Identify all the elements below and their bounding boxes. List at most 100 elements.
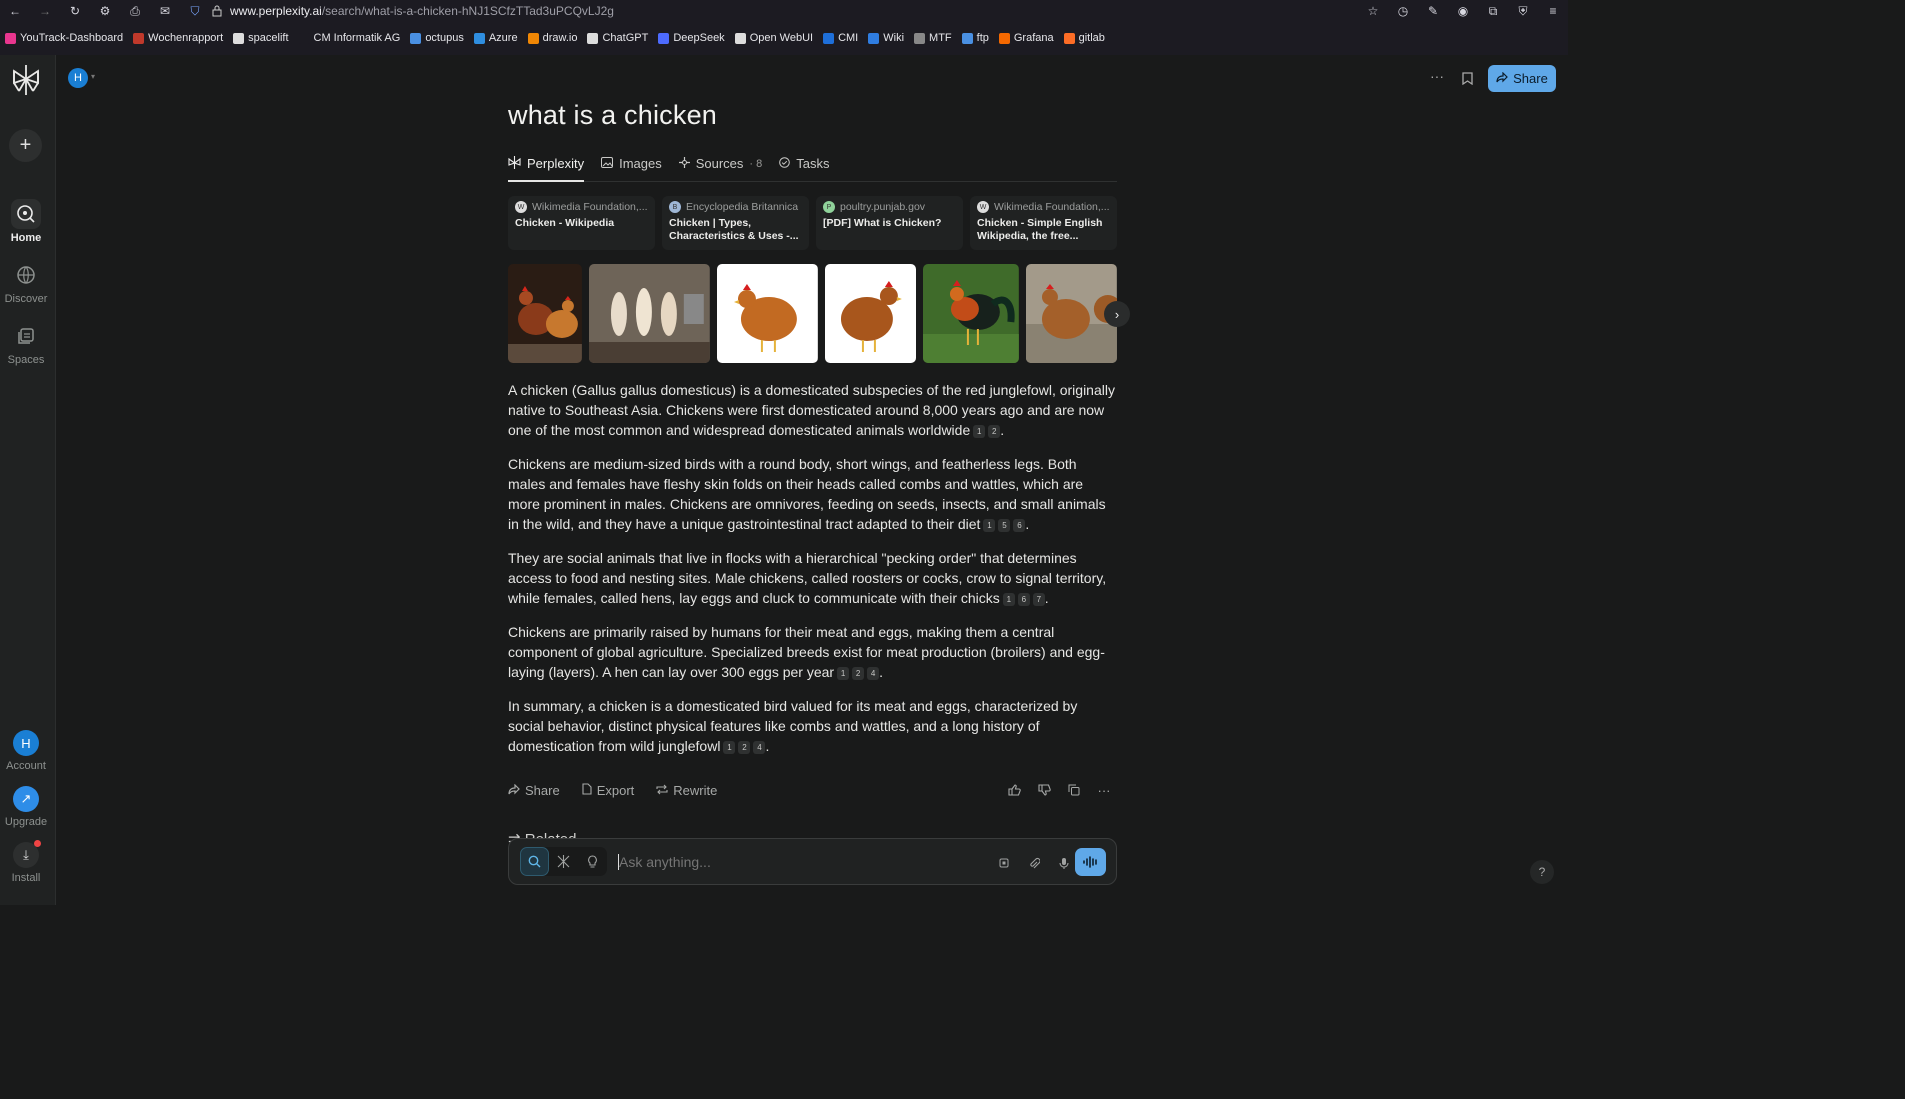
settings-icon[interactable]: ⚙ — [90, 0, 120, 22]
tab-images[interactable]: Images — [601, 146, 662, 181]
tab-label: Sources — [695, 156, 744, 171]
bookmark-item[interactable]: Azure — [473, 32, 518, 44]
answer-text: Chickens are primarily raised by humans … — [508, 624, 1105, 680]
bookmark-item[interactable]: MTF — [914, 32, 952, 44]
sidebar-item-label: Home — [10, 232, 42, 244]
bookmark-item[interactable]: Wiki — [868, 32, 904, 44]
ask-input[interactable] — [619, 854, 919, 870]
document-icon — [582, 782, 592, 798]
address-bar[interactable]: www.perplexity.ai/search/what-is-a-chick… — [230, 4, 614, 18]
source-card[interactable]: Ppoultry.punjab.gov [PDF] What is Chicke… — [816, 196, 963, 250]
export-button[interactable]: Export — [582, 782, 634, 798]
profile-icon[interactable]: ◉ — [1448, 0, 1478, 22]
citation-badge[interactable]: 1 — [973, 425, 986, 438]
tab-perplexity[interactable]: Perplexity — [508, 146, 585, 182]
citation-badge[interactable]: 1 — [1002, 593, 1015, 606]
sidebar-item-home[interactable]: Home — [0, 199, 52, 244]
chicken-image[interactable] — [716, 264, 818, 363]
sidebar-item-upgrade[interactable]: ↗ Upgrade — [0, 786, 52, 828]
paperclip-icon[interactable] — [1024, 853, 1044, 873]
bookmark-icon[interactable] — [1457, 68, 1477, 88]
ask-box — [508, 838, 1117, 885]
citation-badge[interactable]: 4 — [867, 667, 880, 680]
shield-icon[interactable]: ⛉ — [180, 0, 210, 22]
bookmark-item[interactable]: Grafana — [998, 32, 1054, 44]
tools-icon[interactable]: ✎ — [1418, 0, 1448, 22]
share-answer-button[interactable]: Share — [508, 783, 560, 798]
citation-badge[interactable]: 6 — [1013, 519, 1026, 532]
thumbs-down-icon[interactable] — [1034, 780, 1054, 800]
citation-badge[interactable]: 1 — [983, 519, 996, 532]
bookmark-item[interactable]: DeepSeek — [658, 32, 725, 44]
ublock-icon[interactable]: ⛨ — [1508, 0, 1538, 22]
citation-badge[interactable]: 1 — [723, 741, 736, 754]
forward-icon[interactable]: → — [30, 0, 60, 22]
source-card[interactable]: W Wikimedia Foundation,... Chicken - Wiki… — [508, 196, 655, 250]
lightbulb-icon[interactable] — [578, 847, 607, 876]
copy-icon[interactable] — [1064, 780, 1084, 800]
bookmark-item[interactable]: octupus — [410, 32, 464, 44]
bookmark-item[interactable]: YouTrack-Dashboard — [5, 32, 123, 44]
chicken-image[interactable] — [824, 264, 917, 363]
citation-badge[interactable]: 2 — [738, 741, 751, 754]
new-thread-button[interactable]: + — [9, 129, 42, 162]
bookmark-item[interactable]: ftp — [961, 32, 989, 44]
star-icon[interactable]: ☆ — [1358, 0, 1388, 22]
citation-badge[interactable]: 1 — [837, 667, 850, 680]
citation-badge[interactable]: 6 — [1017, 593, 1030, 606]
tab-tasks[interactable]: Tasks — [779, 146, 830, 181]
bookmark-item[interactable]: gitlab — [1063, 32, 1105, 44]
reload-icon[interactable]: ↻ — [60, 0, 90, 22]
perplexity-logo-icon[interactable] — [10, 63, 42, 97]
source-card[interactable]: W Wikimedia Foundation,... Chicken - Simp… — [970, 196, 1117, 250]
sidebar-item-discover[interactable]: Discover — [0, 260, 52, 305]
bookmark-item[interactable]: Wochenrapport — [133, 32, 223, 44]
more-options-icon[interactable]: ··· — [1427, 68, 1447, 88]
citation-badge[interactable]: 7 — [1032, 593, 1045, 606]
header-avatar[interactable]: H — [68, 68, 88, 88]
help-button[interactable]: ? — [1530, 860, 1554, 884]
sidebar-item-spaces[interactable]: Spaces — [0, 321, 52, 366]
thumbs-up-icon[interactable] — [1004, 780, 1024, 800]
rewrite-button[interactable]: Rewrite — [656, 783, 717, 798]
rooster-image[interactable] — [923, 264, 1020, 363]
more-options-icon[interactable]: ··· — [1094, 780, 1114, 800]
research-mode-icon[interactable] — [549, 847, 578, 876]
citation-badge[interactable]: 4 — [753, 741, 766, 754]
sidebar-item-install[interactable]: ⤓ Install — [0, 840, 52, 884]
bookmark-item[interactable]: draw.io — [527, 32, 578, 44]
bookmark-item[interactable]: Open WebUI — [734, 32, 813, 44]
image-icon — [601, 156, 614, 171]
bookmark-label: draw.io — [542, 32, 578, 44]
extensions-icon[interactable]: ⧉ — [1478, 0, 1508, 22]
bookmark-label: gitlab — [1078, 32, 1105, 44]
tab-sources[interactable]: Sources · 8 — [678, 146, 762, 181]
bookmark-label: Azure — [488, 32, 518, 44]
citation-badge[interactable]: 2 — [852, 667, 865, 680]
sidebar: + Home Discover Spaces H Account ↗ Upgra… — [0, 55, 56, 905]
search-mode-icon[interactable] — [520, 847, 549, 876]
microphone-icon[interactable] — [1054, 853, 1074, 873]
citation-badge[interactable]: 5 — [998, 519, 1011, 532]
chevron-down-icon[interactable]: ▾ — [91, 72, 95, 81]
source-title: Chicken - Simple English Wikipedia, the … — [977, 217, 1103, 242]
sidebar-item-account[interactable]: H Account — [0, 730, 52, 772]
chicken-image[interactable] — [508, 264, 582, 363]
bookmark-item[interactable]: spacelift — [233, 32, 289, 44]
back-icon[interactable]: ← — [0, 0, 30, 22]
source-card[interactable]: B Encyclopedia Britannica Chicken | Types… — [662, 196, 809, 250]
share-button[interactable]: Share — [1488, 65, 1556, 92]
bookmark-item[interactable]: CM Informatik AG — [298, 32, 400, 44]
print-icon[interactable]: ⎙ — [120, 0, 150, 22]
bookmark-item[interactable]: ChatGPT — [587, 32, 648, 44]
mail-icon[interactable]: ✉ — [150, 0, 180, 22]
chevron-right-icon[interactable]: › — [1104, 301, 1130, 327]
history-icon[interactable]: ◷ — [1388, 0, 1418, 22]
bookmark-item[interactable]: CMI — [823, 32, 858, 44]
citation-badge[interactable]: 2 — [988, 425, 1001, 438]
chip-icon[interactable] — [994, 853, 1014, 873]
voice-mode-button[interactable] — [1075, 848, 1106, 876]
chicken-image[interactable] — [588, 264, 710, 363]
menu-icon[interactable]: ≡ — [1538, 0, 1568, 22]
sidebar-item-label: Account — [6, 760, 46, 772]
